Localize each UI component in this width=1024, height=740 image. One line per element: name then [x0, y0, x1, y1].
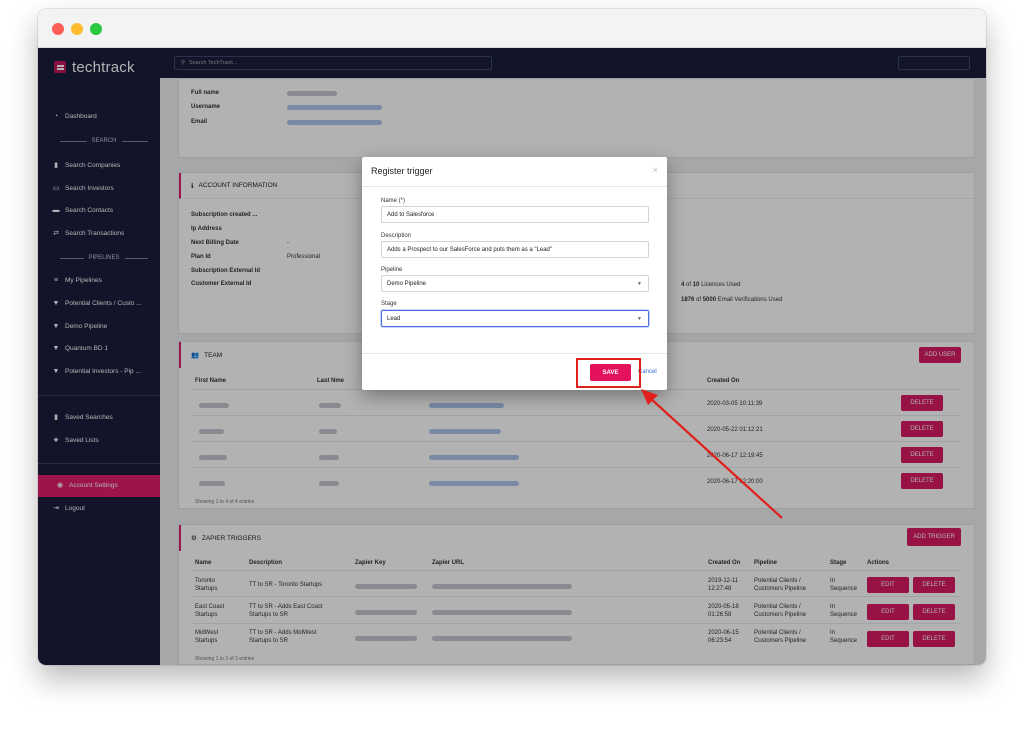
annotation-arrow: [641, 389, 783, 519]
